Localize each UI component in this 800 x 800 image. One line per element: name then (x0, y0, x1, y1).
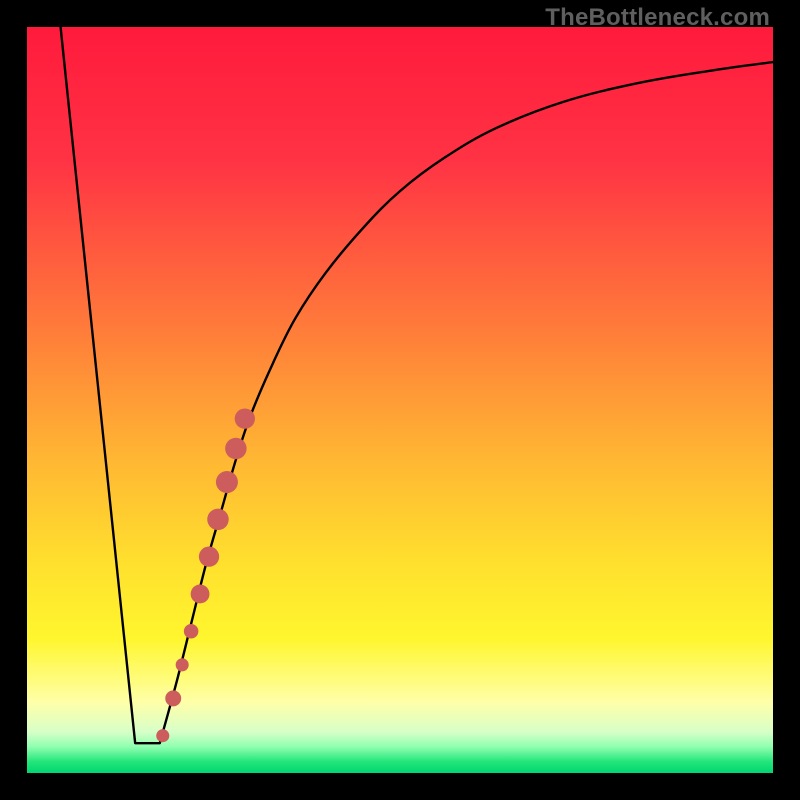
chart-plot-area (27, 27, 773, 773)
chart-background-gradient (27, 27, 773, 773)
chart-frame: TheBottleneck.com (0, 0, 800, 800)
data-dot (225, 438, 246, 459)
data-dot (184, 624, 199, 639)
data-dot (199, 547, 219, 567)
data-dot (165, 690, 181, 706)
data-dot (216, 471, 238, 493)
data-dot (156, 729, 169, 742)
chart-svg (27, 27, 773, 773)
data-dot (207, 509, 228, 530)
data-dot (191, 585, 210, 604)
data-dot (176, 658, 189, 671)
watermark-text: TheBottleneck.com (545, 4, 770, 32)
data-dot (235, 409, 255, 429)
